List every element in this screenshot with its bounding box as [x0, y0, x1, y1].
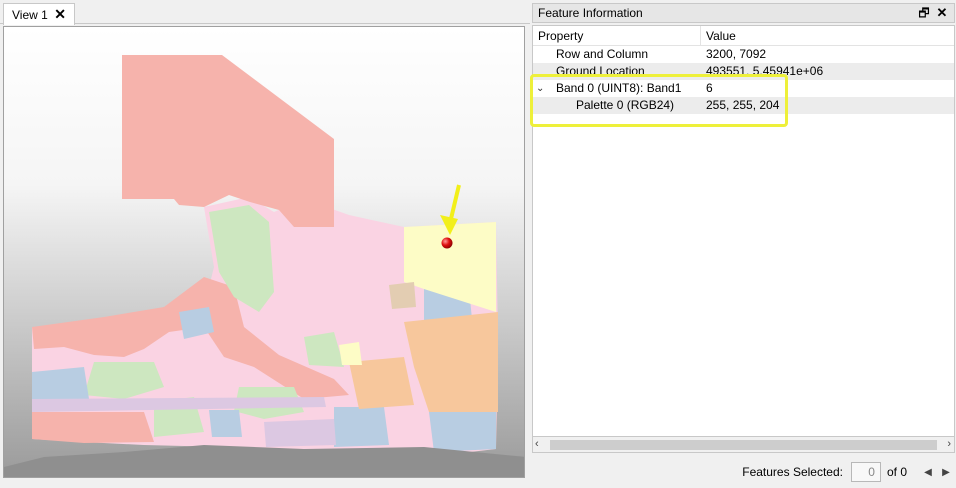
map-region-yellow-2: [339, 342, 362, 365]
map-region-west-strip: [32, 412, 154, 443]
column-header-property[interactable]: Property: [533, 26, 701, 45]
status-bar: Features Selected: 0 of 0 ◀ ▶: [532, 458, 955, 486]
column-header-value[interactable]: Value: [701, 26, 736, 45]
map-canvas[interactable]: [4, 27, 525, 478]
map-region-tan: [389, 282, 416, 309]
table-row[interactable]: ⌄ Band 0 (UINT8): Band1 6: [533, 80, 954, 97]
feature-info-table: Property Value Row and Column 3200, 7092…: [532, 25, 955, 453]
row-value: 255, 255, 204: [706, 98, 780, 112]
map-region-blue-4: [334, 407, 389, 447]
table-row[interactable]: Palette 0 (RGB24) 255, 255, 204: [533, 97, 954, 114]
view-tab-bar: View 1 ✕: [0, 0, 530, 25]
map-region-blue-6: [209, 410, 242, 437]
table-row[interactable]: Ground Location 493551, 5.45941e+06: [533, 63, 954, 80]
scroll-left-icon[interactable]: ‹: [535, 438, 539, 450]
feature-info-title: Feature Information: [538, 6, 643, 20]
scroll-right-icon[interactable]: ›: [947, 438, 951, 450]
chevron-down-icon[interactable]: ⌄: [536, 80, 544, 97]
row-value: 3200, 7092: [706, 47, 767, 61]
tab-view-1-label: View 1: [12, 7, 48, 22]
close-icon[interactable]: ✕: [54, 6, 66, 22]
row-value: 6: [706, 81, 713, 95]
selected-count-field[interactable]: 0: [850, 462, 881, 482]
row-property: Row and Column: [556, 47, 649, 61]
map-region-blue-5: [429, 412, 496, 452]
map-region-lilac-2: [264, 419, 336, 447]
map-view[interactable]: [3, 26, 525, 478]
next-icon[interactable]: ▶: [937, 467, 955, 478]
horizontal-scrollbar[interactable]: ‹ ›: [532, 436, 955, 453]
row-property: Ground Location: [556, 64, 645, 78]
tab-view-1[interactable]: View 1 ✕: [3, 3, 75, 25]
row-value: 493551, 5.45941e+06: [706, 64, 824, 78]
table-header: Property Value: [533, 26, 954, 46]
features-selected-label: Features Selected:: [742, 465, 843, 479]
map-region-blue-1: [32, 367, 89, 399]
feature-info-header: Feature Information 🗗 ✕: [532, 3, 955, 23]
row-property: Palette 0 (RGB24): [576, 98, 675, 112]
previous-icon[interactable]: ◀: [919, 467, 937, 478]
table-row[interactable]: Row and Column 3200, 7092: [533, 46, 954, 63]
close-icon[interactable]: ✕: [934, 5, 950, 21]
scrollbar-thumb[interactable]: [550, 440, 937, 450]
location-marker-icon[interactable]: [441, 237, 453, 249]
float-panel-icon[interactable]: 🗗: [916, 5, 932, 21]
total-count-label: of 0: [886, 465, 907, 479]
row-property: Band 0 (UINT8): Band1: [556, 81, 682, 95]
